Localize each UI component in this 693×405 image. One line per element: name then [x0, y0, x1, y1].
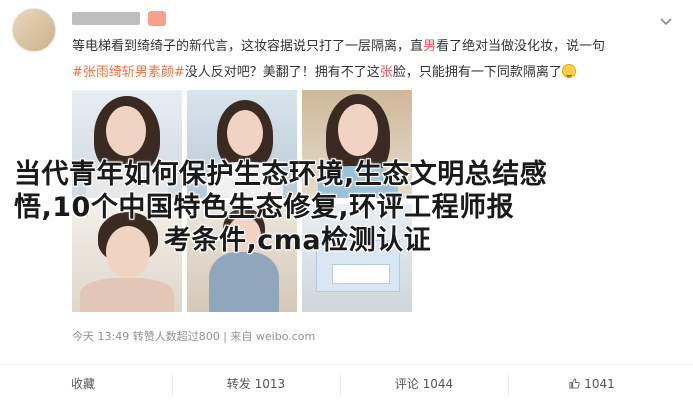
- thumbs-up-icon: [569, 378, 580, 389]
- post-text-line2a: 没人反对吧？美翻了！拥有不了这: [184, 65, 380, 80]
- comment-label: 评论: [394, 377, 419, 391]
- avatar[interactable]: [12, 8, 56, 52]
- collect-button[interactable]: 收藏: [0, 365, 166, 403]
- chevron-down-icon[interactable]: [659, 15, 673, 29]
- post-text-line1: 等电梯看到绮绮子的新代言，这妆容据说只打了一层隔离，直: [72, 39, 424, 54]
- laughing-emoji-icon: [561, 64, 576, 78]
- post-source: 转赞人数超过800: [132, 330, 220, 343]
- overlay-line-1: 当代青年如何保护生态环境,生态文明总结感: [14, 159, 548, 190]
- like-button[interactable]: 1041: [509, 365, 675, 403]
- repost-button[interactable]: 转发 1013: [173, 365, 339, 403]
- comment-count: 1044: [422, 377, 454, 391]
- overlay-line-2: 悟,10个中国特色生态修复,环评工程师报: [14, 192, 515, 223]
- collect-label: 收藏: [70, 377, 95, 391]
- post-text-highlight-2: 张: [379, 65, 393, 80]
- username-blurred[interactable]: [72, 12, 140, 25]
- overlay-caption: 当代青年如何保护生态环境,生态文明总结感 悟,10个中国特色生态修复,环评工程师…: [14, 158, 684, 257]
- verified-badge-icon: [148, 11, 166, 26]
- meta-separator: |: [223, 330, 227, 343]
- like-count: 1041: [584, 377, 615, 391]
- post-time[interactable]: 今天 13:49: [72, 330, 129, 343]
- post-text-highlight: 男: [423, 39, 437, 54]
- post-via[interactable]: 来自 weibo.com: [230, 330, 315, 343]
- overlay-line-3: 考条件,cma检测认证: [164, 225, 432, 256]
- topic-link[interactable]: #张雨绮斩男素颜#: [72, 65, 185, 80]
- post-text-line1-rest: 看了绝对当做没化妆，说一句: [436, 39, 606, 54]
- comment-button[interactable]: 评论 1044: [341, 365, 507, 403]
- action-toolbar: 收藏 转发 1013 评论 1044 1041: [0, 364, 693, 405]
- repost-label: 转发: [226, 377, 251, 391]
- repost-count: 1013: [254, 377, 286, 391]
- post-text: 等电梯看到绮绮子的新代言，这妆容据说只打了一层隔离，直男看了绝对当做没化妆，说一…: [72, 34, 672, 86]
- post-meta: 今天 13:49 转赞人数超过800 | 来自 weibo.com: [72, 328, 315, 344]
- post-text-line2b: 脸，只能拥有一下同款隔离了: [392, 65, 562, 80]
